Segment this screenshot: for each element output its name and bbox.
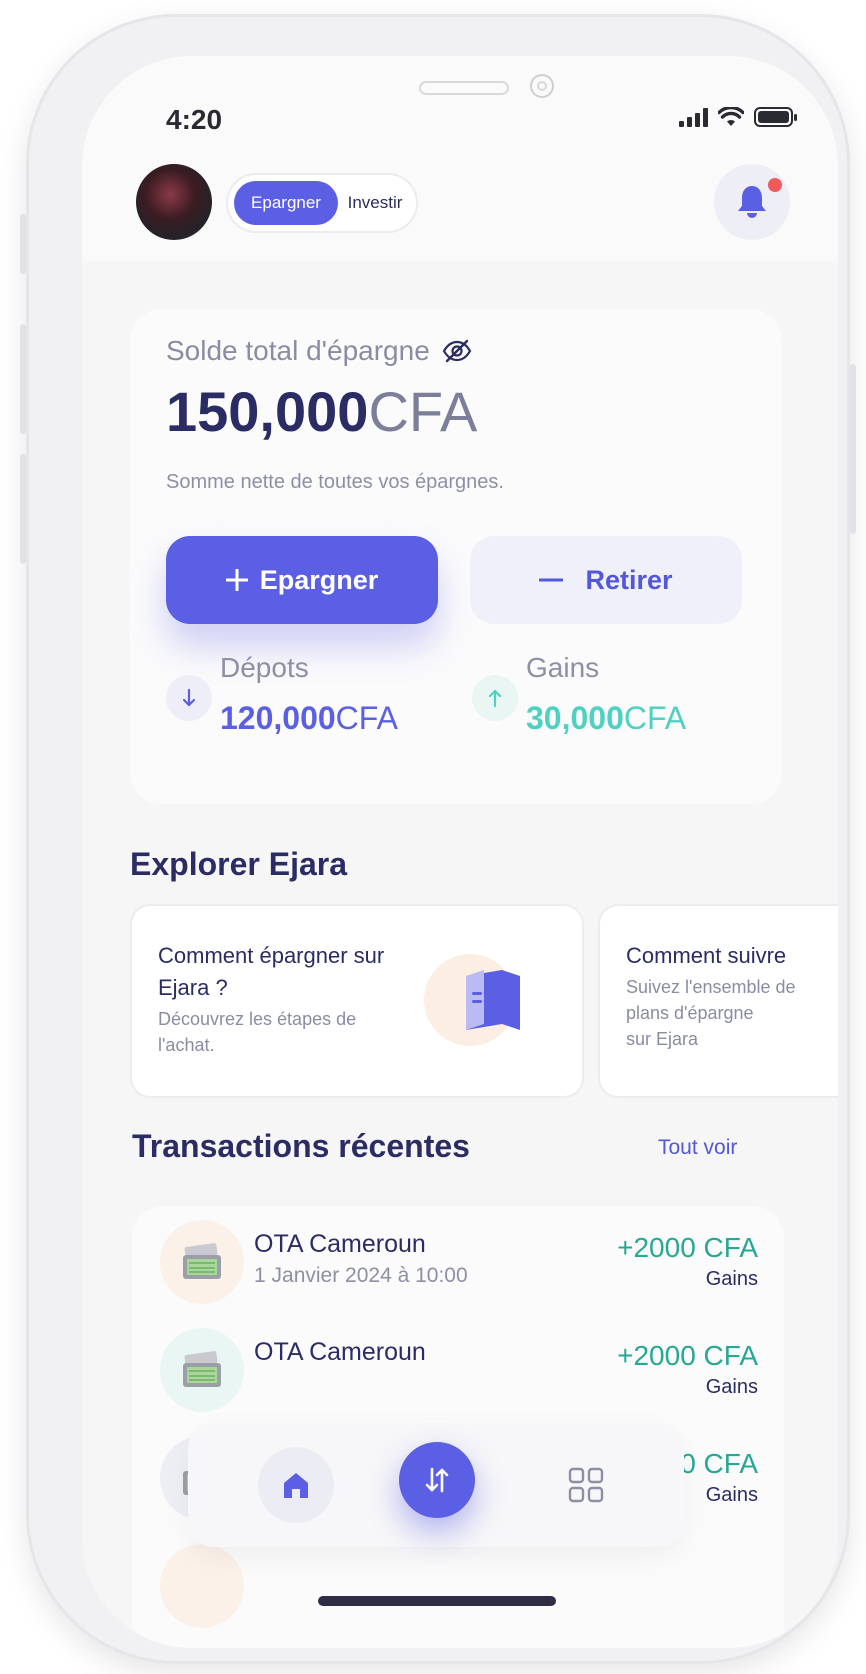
gains-amount: 30,000 — [526, 700, 624, 736]
explore-title: Explorer Ejara — [130, 846, 347, 882]
withdraw-button[interactable]: Retirer — [470, 536, 742, 624]
explore-card-desc-line: Suivez l'ensemble de — [626, 977, 796, 997]
explore-card-desc-line: Découvrez les étapes de — [158, 1009, 357, 1029]
save-button-label: Epargner — [259, 564, 379, 595]
wifi-icon — [718, 107, 744, 126]
arrow-up-icon — [472, 675, 518, 721]
tx-name: OTA Cameroun — [254, 1230, 426, 1258]
arrow-down-icon — [166, 675, 212, 721]
notification-dot — [768, 178, 782, 192]
deposits-currency: CFA — [335, 700, 398, 736]
see-all-link[interactable]: Tout voir — [658, 1136, 737, 1160]
mode-toggle: Epargner Investir — [228, 175, 416, 231]
tx-name: OTA Cameroun — [254, 1338, 426, 1366]
tx-amount: +2000 CFA — [617, 1340, 758, 1371]
nav-menu-button[interactable] — [548, 1447, 624, 1523]
bottom-nav — [188, 1423, 684, 1547]
gains-label: Gains — [526, 652, 600, 683]
volume-down-button — [20, 454, 26, 564]
withdraw-button-label: Retirer — [585, 564, 673, 595]
explore-card-title-line: Comment suivre — [626, 943, 787, 968]
save-button[interactable]: Epargner — [166, 536, 438, 624]
gains-value: 30,000CFA — [526, 700, 686, 737]
status-icons — [679, 106, 798, 128]
toggle-epargner[interactable]: Epargner — [234, 181, 338, 225]
grid-icon — [568, 1467, 604, 1503]
explore-card-desc-line: l'achat. — [158, 1035, 215, 1055]
explore-card-title-line: Ejara ? — [158, 975, 228, 1000]
front-camera — [530, 74, 554, 98]
cash-box-icon — [160, 1220, 244, 1304]
app-screen: 4:20 Epargner Investir Solde total d'épa… — [82, 56, 838, 1648]
book-illustration-icon — [424, 954, 520, 1046]
home-indicator[interactable] — [318, 1596, 556, 1606]
balance-currency: CFA — [368, 380, 478, 443]
explore-card-title-line: Comment épargner sur — [158, 943, 385, 968]
home-icon — [284, 1473, 308, 1498]
gains-currency: CFA — [623, 700, 687, 736]
savings-label-row: Solde total d'épargne — [166, 335, 472, 367]
tx-amount: +2000 CFA — [617, 1232, 758, 1263]
explore-card-title: Comment suivre — [626, 940, 786, 972]
deposits-label: Dépots — [220, 652, 309, 683]
swap-icon — [425, 1467, 449, 1493]
explore-card-desc-line: plans d'épargne — [626, 1003, 754, 1023]
bell-icon — [738, 186, 766, 218]
explore-card-desc: Découvrez les étapes de l'achat. — [158, 1006, 356, 1058]
cash-box-icon — [160, 1544, 244, 1628]
transactions-title: Transactions récentes — [132, 1128, 470, 1164]
power-button — [850, 364, 856, 534]
plus-icon — [225, 569, 248, 591]
explore-card-desc-line: sur Ejara — [626, 1029, 699, 1049]
status-time: 4:20 — [166, 104, 223, 135]
mute-switch — [20, 214, 26, 274]
explore-card-track[interactable]: Comment suivre Suivez l'ensemble de plan… — [600, 906, 838, 1096]
tx-type: Gains — [705, 1376, 758, 1398]
avatar[interactable] — [136, 164, 212, 240]
toggle-investir[interactable]: Investir — [340, 181, 410, 225]
cash-box-icon — [160, 1328, 244, 1412]
phone-frame: 4:20 Epargner Investir Solde total d'épa… — [20, 14, 856, 1664]
explore-card-desc: Suivez l'ensemble de plans d'épargne sur… — [626, 974, 796, 1052]
notifications-button[interactable] — [714, 164, 790, 240]
nav-transfer-button[interactable] — [399, 1442, 475, 1518]
minus-icon — [539, 578, 564, 582]
eye-slash-icon[interactable] — [442, 339, 472, 363]
savings-label: Solde total d'épargne — [166, 335, 430, 366]
tx-date: 1 Janvier 2024 à 10:00 — [254, 1264, 468, 1287]
explore-card-save[interactable]: Comment épargner sur Ejara ? Découvrez l… — [132, 906, 582, 1096]
savings-card: Solde total d'épargne 150,000CFA Somme n… — [130, 309, 782, 804]
deposits-amount: 120,000 — [220, 700, 336, 736]
signal-icon — [679, 107, 708, 127]
deposits-value: 120,000CFA — [220, 700, 398, 737]
nav-home-button[interactable] — [258, 1447, 334, 1523]
savings-subtitle: Somme nette de toutes vos épargnes. — [166, 471, 504, 493]
balance-amount: 150,000 — [166, 380, 369, 443]
tx-type: Gains — [705, 1484, 758, 1506]
total-balance: 150,000CFA — [166, 379, 477, 444]
speaker-grille — [419, 81, 509, 95]
volume-up-button — [20, 324, 26, 434]
battery-icon — [754, 107, 797, 127]
explore-card-title: Comment épargner sur Ejara ? — [158, 940, 384, 1004]
tx-type: Gains — [705, 1268, 758, 1290]
